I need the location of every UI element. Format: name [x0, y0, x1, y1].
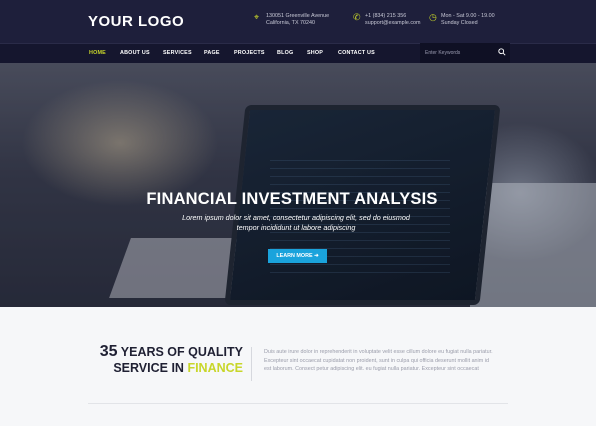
- phone-number[interactable]: +1 (834) 215 356: [365, 13, 421, 20]
- learn-more-label: LEARN MORE: [276, 253, 313, 259]
- map-pin-icon: ⌖: [254, 12, 260, 22]
- hero-overlay: [0, 63, 596, 307]
- hours-info: ◷ Mon - Sat 9.00 - 19.00 Sunday Closed: [429, 13, 495, 27]
- nav-item-shop[interactable]: SHOP: [307, 50, 323, 56]
- top-header: YOUR LOGO ⌖ 130051 Greenville Avenue Cal…: [0, 0, 596, 43]
- hero-banner: FINANCIAL INVESTMENT ANALYSIS Lorem ipsu…: [0, 63, 596, 307]
- address-line-1: 130051 Greenville Avenue: [266, 13, 330, 19]
- heading-part-2: SERVICE IN: [113, 361, 184, 375]
- nav-item-contact-us[interactable]: CONTACT US: [338, 50, 375, 56]
- clock-icon: ◷: [429, 12, 437, 22]
- about-section: 35 YEARS OF QUALITY SERVICE IN FINANCE D…: [0, 307, 596, 426]
- heading-part-1: YEARS OF QUALITY: [120, 345, 243, 359]
- hours-line-2: Sunday Closed: [441, 20, 478, 26]
- nav-item-home[interactable]: HOME: [89, 50, 106, 56]
- vertical-divider: [251, 347, 252, 381]
- address-line-2: California, TX 70240: [266, 20, 316, 26]
- site-logo[interactable]: YOUR LOGO: [88, 13, 184, 30]
- nav-item-projects[interactable]: PROJECTS: [234, 50, 265, 56]
- nav-item-page[interactable]: PAGE: [204, 50, 220, 56]
- address-info: ⌖ 130051 Greenville Avenue California, T…: [254, 13, 330, 27]
- heading-accent: FINANCE: [187, 361, 243, 375]
- nav-item-services[interactable]: SERVICES: [163, 50, 192, 56]
- nav-item-about-us[interactable]: ABOUT US: [120, 50, 150, 56]
- search-input[interactable]: [425, 48, 495, 58]
- about-paragraph: Duis aute irure dolor in reprehenderit i…: [264, 349, 493, 373]
- hero-title: FINANCIAL INVESTMENT ANALYSIS: [146, 190, 438, 208]
- hero-subtitle: Lorem ipsum dolor sit amet, consectetur …: [182, 213, 410, 232]
- search-box: [420, 43, 510, 63]
- hours-line-1: Mon - Sat 9.00 - 19.00: [441, 13, 495, 19]
- about-heading: 35 YEARS OF QUALITY SERVICE IN FINANCE: [88, 344, 243, 376]
- email-address[interactable]: support@example.com: [365, 20, 421, 27]
- years-number: 35: [99, 343, 118, 360]
- search-icon[interactable]: [498, 48, 506, 56]
- phone-icon: ✆: [353, 12, 361, 22]
- arrow-right-icon: ➜: [314, 253, 319, 259]
- contact-info: ✆ +1 (834) 215 356 support@example.com: [353, 13, 421, 27]
- section-divider: [88, 403, 508, 404]
- learn-more-button[interactable]: LEARN MORE ➜: [268, 249, 327, 263]
- nav-item-blog[interactable]: BLOG: [277, 50, 293, 56]
